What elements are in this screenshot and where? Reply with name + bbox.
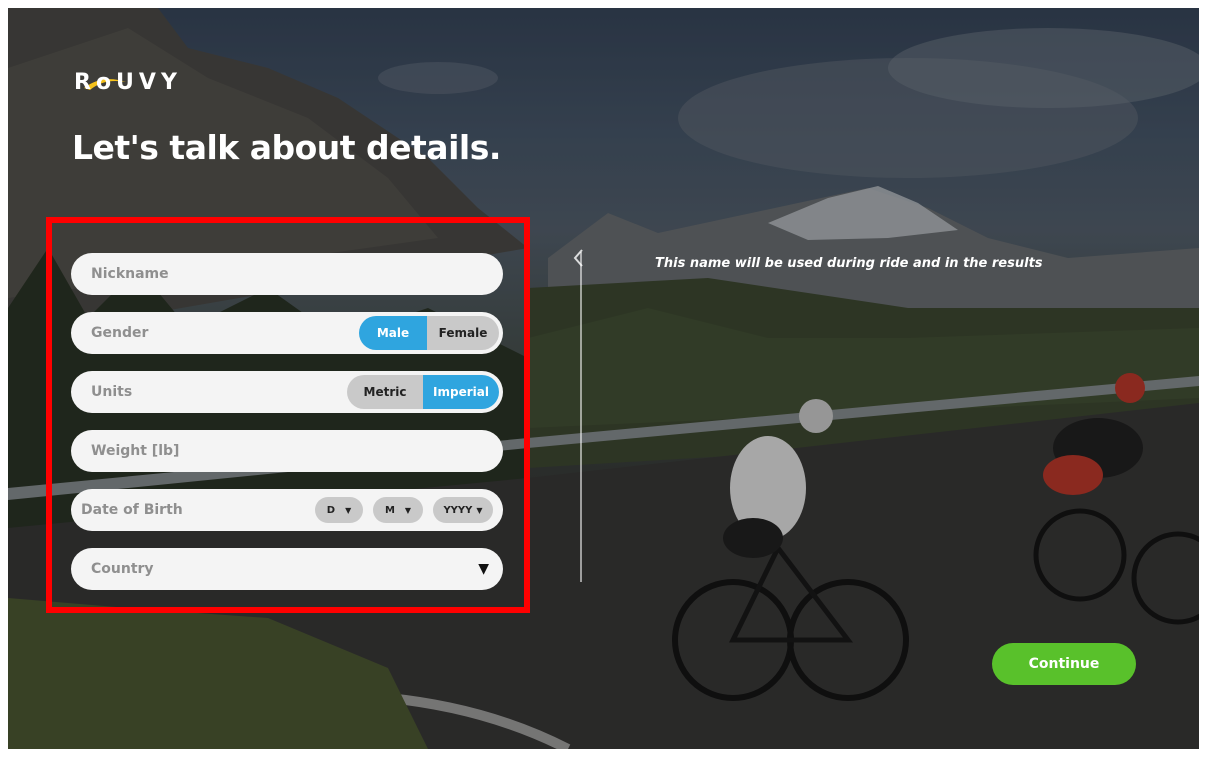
weight-field[interactable]: Weight [lb] [71,430,503,472]
nickname-field[interactable]: Nickname [71,253,503,295]
dob-day-value: D [326,504,336,516]
units-metric-option[interactable]: Metric [347,375,423,409]
units-toggle: Metric Imperial [347,375,499,409]
nickname-hint-text: This name will be used during ride and i… [655,256,1043,271]
rouvy-logo: RoUVY [74,70,182,95]
continue-button[interactable]: Continue [992,643,1136,685]
dob-label: Date of Birth [81,502,183,518]
gender-label: Gender [91,325,149,341]
units-imperial-option[interactable]: Imperial [423,375,499,409]
dob-month-select[interactable]: M ▼ [373,497,423,523]
nickname-placeholder: Nickname [91,266,169,282]
chevron-left-icon[interactable] [572,248,584,272]
weight-placeholder: Weight [lb] [91,443,180,459]
dob-month-value: M [384,504,395,516]
gender-female-option[interactable]: Female [427,316,499,350]
caret-down-icon: ▼ [345,505,352,515]
caret-down-icon: ▼ [404,505,412,515]
dob-day-select[interactable]: D ▼ [315,497,363,523]
panel-divider [580,252,582,582]
gender-field: Gender Male Female [71,312,503,354]
dob-field: Date of Birth D ▼ M ▼ YYYY ▼ [71,489,503,531]
gender-toggle: Male Female [359,316,499,350]
units-field: Units Metric Imperial [71,371,503,413]
dob-year-select[interactable]: YYYY ▼ [433,497,493,523]
dob-year-value: YYYY [443,504,473,516]
page-title: Let's talk about details. [72,128,501,167]
gender-male-option[interactable]: Male [359,316,427,350]
country-placeholder: Country [91,561,154,577]
caret-down-icon: ▼ [476,505,483,515]
caret-down-icon: ▼ [478,561,489,577]
units-label: Units [91,384,133,400]
country-select[interactable]: Country ▼ [71,548,503,590]
